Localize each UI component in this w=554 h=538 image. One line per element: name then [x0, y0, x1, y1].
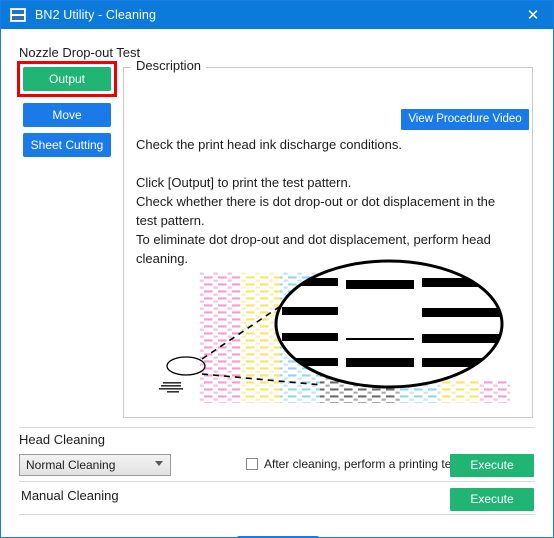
head-cleaning-execute-button[interactable]: Execute	[450, 454, 534, 477]
description-legend: Description	[131, 58, 207, 73]
description-text: Check the print head ink discharge condi…	[136, 137, 496, 266]
nozzle-test-pattern-illustration	[159, 259, 510, 403]
dialog-body: Nozzle Drop-out Test Output Move Sheet C…	[1, 29, 553, 537]
nozzle-drop-out-test-label: Nozzle Drop-out Test	[19, 45, 141, 60]
cleaning-dialog-window: BN2 Utility - Cleaning ✕ Nozzle Drop-out…	[0, 0, 554, 538]
chevron-down-icon	[155, 461, 163, 466]
window-title: BN2 Utility - Cleaning	[35, 8, 156, 22]
title-bar: BN2 Utility - Cleaning ✕	[1, 1, 553, 29]
manual-cleaning-label: Manual Cleaning	[21, 488, 119, 503]
divider-middle	[19, 481, 535, 482]
output-button[interactable]: Output	[23, 67, 111, 91]
checkbox-box[interactable]	[246, 458, 258, 470]
manual-cleaning-execute-button[interactable]: Execute	[450, 488, 534, 511]
divider-bottom	[19, 514, 535, 515]
printing-test-checkbox-label: After cleaning, perform a printing test	[264, 457, 461, 471]
cleaning-mode-value: Normal Cleaning	[26, 458, 116, 472]
close-icon[interactable]: ✕	[511, 1, 553, 29]
cleaning-mode-select[interactable]: Normal Cleaning	[19, 454, 171, 476]
bn2-app-icon	[10, 8, 26, 22]
head-cleaning-label: Head Cleaning	[19, 432, 106, 447]
divider-top	[19, 427, 535, 428]
pattern-stamp	[159, 382, 183, 393]
sheet-cutting-button[interactable]: Sheet Cutting	[23, 133, 111, 157]
move-button[interactable]: Move	[23, 103, 111, 127]
view-procedure-video-button[interactable]: View Procedure Video	[401, 109, 529, 130]
printing-test-checkbox[interactable]: After cleaning, perform a printing test	[246, 457, 461, 471]
